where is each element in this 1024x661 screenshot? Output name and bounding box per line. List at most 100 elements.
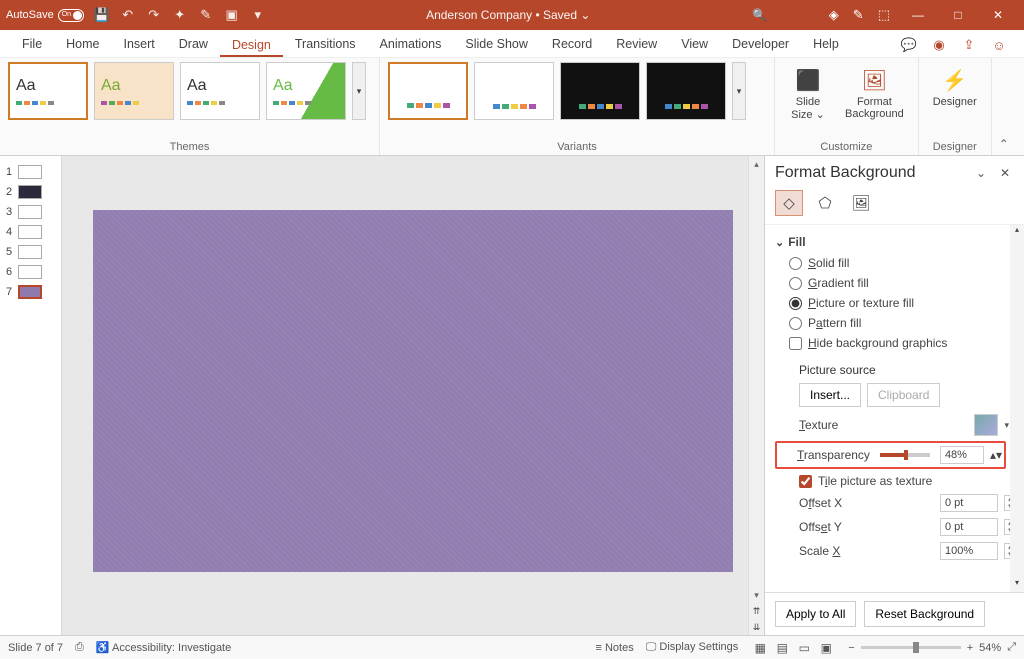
search-icon[interactable]: 🔍: [751, 8, 769, 22]
present-icon[interactable]: ▣: [224, 7, 240, 23]
slide-counter[interactable]: Slide 7 of 7: [8, 642, 63, 654]
slide-size-button[interactable]: ⬛Slide Size ⌄: [783, 62, 833, 125]
transparency-spinner[interactable]: ▴▾: [990, 448, 1002, 462]
tile-option[interactable]: Tile picture as texture: [775, 471, 1016, 491]
fit-to-window-icon[interactable]: ⤢: [1007, 641, 1016, 654]
tab-insert[interactable]: Insert: [112, 32, 167, 57]
variants-more-button[interactable]: ▾: [732, 62, 746, 120]
account-icon[interactable]: ☺: [984, 33, 1014, 57]
theme-card[interactable]: Aa: [8, 62, 88, 120]
offset-y-value[interactable]: 0 pt: [940, 518, 998, 536]
tab-draw[interactable]: Draw: [167, 32, 220, 57]
theme-card[interactable]: Aa: [266, 62, 346, 120]
zoom-out-button[interactable]: −: [848, 642, 854, 654]
scroll-up-icon[interactable]: ▴: [749, 156, 764, 172]
tab-design[interactable]: Design: [220, 33, 283, 58]
variant-card[interactable]: [646, 62, 726, 120]
document-title[interactable]: Anderson Company • Saved ⌄: [266, 8, 751, 22]
maximize-button[interactable]: □: [938, 0, 978, 30]
sorter-view-icon[interactable]: ▤: [772, 641, 792, 655]
transparency-slider[interactable]: [880, 453, 930, 457]
thumb-6[interactable]: 6: [0, 262, 61, 282]
offset-x-value[interactable]: 0 pt: [940, 494, 998, 512]
thumb-2[interactable]: 2: [0, 182, 61, 202]
zoom-slider[interactable]: [861, 646, 961, 649]
theme-card[interactable]: Aa: [94, 62, 174, 120]
solid-fill-option[interactable]: Solid fill: [775, 253, 1016, 273]
undo-icon[interactable]: ↶: [120, 7, 136, 23]
touch-icon[interactable]: ✦: [172, 7, 188, 23]
collapse-ribbon-button[interactable]: ⌃: [992, 58, 1016, 155]
tab-file[interactable]: File: [10, 32, 54, 57]
fill-tab-icon[interactable]: ◇: [775, 190, 803, 216]
tab-transitions[interactable]: Transitions: [283, 32, 368, 57]
autosave-toggle[interactable]: AutoSave On: [6, 9, 84, 22]
comments-icon[interactable]: 💬: [894, 33, 924, 57]
prev-slide-icon[interactable]: ⇈: [749, 603, 764, 619]
theme-card[interactable]: Aa: [180, 62, 260, 120]
scroll-down-icon[interactable]: ▾: [749, 587, 764, 603]
panel-options-icon[interactable]: ⌄: [972, 166, 990, 180]
format-background-button[interactable]: 🖼Format Background: [839, 62, 910, 124]
scale-x-value[interactable]: 100%: [940, 542, 998, 560]
qat-more-icon[interactable]: ▾: [250, 7, 266, 23]
tab-review[interactable]: Review: [604, 32, 669, 57]
tab-help[interactable]: Help: [801, 32, 851, 57]
variant-card[interactable]: [474, 62, 554, 120]
normal-view-icon[interactable]: ▦: [750, 641, 770, 655]
thumb-1[interactable]: 1: [0, 162, 61, 182]
tab-record[interactable]: Record: [540, 32, 604, 57]
language-icon[interactable]: ⎙: [75, 641, 84, 654]
record-icon[interactable]: ◉: [924, 33, 954, 57]
reset-background-button[interactable]: Reset Background: [864, 601, 985, 627]
apply-to-all-button[interactable]: Apply to All: [775, 601, 856, 627]
panel-footer: Apply to All Reset Background: [765, 592, 1024, 635]
variant-card[interactable]: [560, 62, 640, 120]
zoom-in-button[interactable]: +: [967, 642, 973, 654]
share-icon[interactable]: ⇪: [954, 33, 984, 57]
insert-button[interactable]: Insert...: [799, 383, 861, 407]
hide-graphics-option[interactable]: Hide background graphics: [775, 333, 1016, 353]
reading-view-icon[interactable]: ▭: [794, 641, 814, 655]
accessibility-status[interactable]: ♿ Accessibility: Investigate: [96, 641, 231, 654]
editor-scrollbar[interactable]: ▴ ▾ ⇈ ⇊: [748, 156, 764, 635]
designer-button[interactable]: ⚡Designer: [927, 62, 983, 112]
next-slide-icon[interactable]: ⇊: [749, 619, 764, 635]
variant-card[interactable]: [388, 62, 468, 120]
close-button[interactable]: ✕: [978, 0, 1018, 30]
thumb-4[interactable]: 4: [0, 222, 61, 242]
switch-icon[interactable]: ⬚: [878, 7, 890, 23]
tab-slideshow[interactable]: Slide Show: [453, 32, 540, 57]
diamond-icon[interactable]: ◈: [829, 7, 839, 23]
panel-scrollbar[interactable]: ▴▾: [1010, 225, 1024, 592]
slide-editor[interactable]: ▴ ▾ ⇈ ⇊: [62, 156, 764, 635]
themes-more-button[interactable]: ▾: [352, 62, 366, 120]
slideshow-view-icon[interactable]: ▣: [816, 641, 836, 655]
autosave-label: AutoSave: [6, 9, 54, 21]
tab-home[interactable]: Home: [54, 32, 111, 57]
mic-icon[interactable]: ✎: [853, 7, 864, 23]
slide-canvas[interactable]: [93, 210, 733, 572]
effects-tab-icon[interactable]: ⬠: [811, 190, 839, 216]
minimize-button[interactable]: ―: [898, 0, 938, 30]
tab-animations[interactable]: Animations: [368, 32, 454, 57]
thumb-7[interactable]: 7: [0, 282, 61, 302]
tab-view[interactable]: View: [669, 32, 720, 57]
tab-developer[interactable]: Developer: [720, 32, 801, 57]
thumb-3[interactable]: 3: [0, 202, 61, 222]
save-icon[interactable]: 💾: [94, 7, 110, 23]
thumb-5[interactable]: 5: [0, 242, 61, 262]
zoom-level[interactable]: 54%: [979, 642, 1001, 654]
picture-tab-icon[interactable]: 🖼: [847, 190, 875, 216]
ink-icon[interactable]: ✎: [198, 7, 214, 23]
gradient-fill-option[interactable]: Gradient fill: [775, 273, 1016, 293]
texture-picker-button[interactable]: [974, 414, 998, 436]
transparency-value[interactable]: 48%: [940, 446, 984, 464]
redo-icon[interactable]: ↷: [146, 7, 162, 23]
pattern-fill-option[interactable]: Pattern fill: [775, 313, 1016, 333]
picture-fill-option[interactable]: Picture or texture fill: [775, 293, 1016, 313]
notes-button[interactable]: ≡ Notes: [596, 642, 634, 654]
display-settings-button[interactable]: 🖵 Display Settings: [646, 641, 739, 654]
fill-section-header[interactable]: Fill: [775, 231, 1016, 253]
panel-close-icon[interactable]: ✕: [996, 166, 1014, 180]
